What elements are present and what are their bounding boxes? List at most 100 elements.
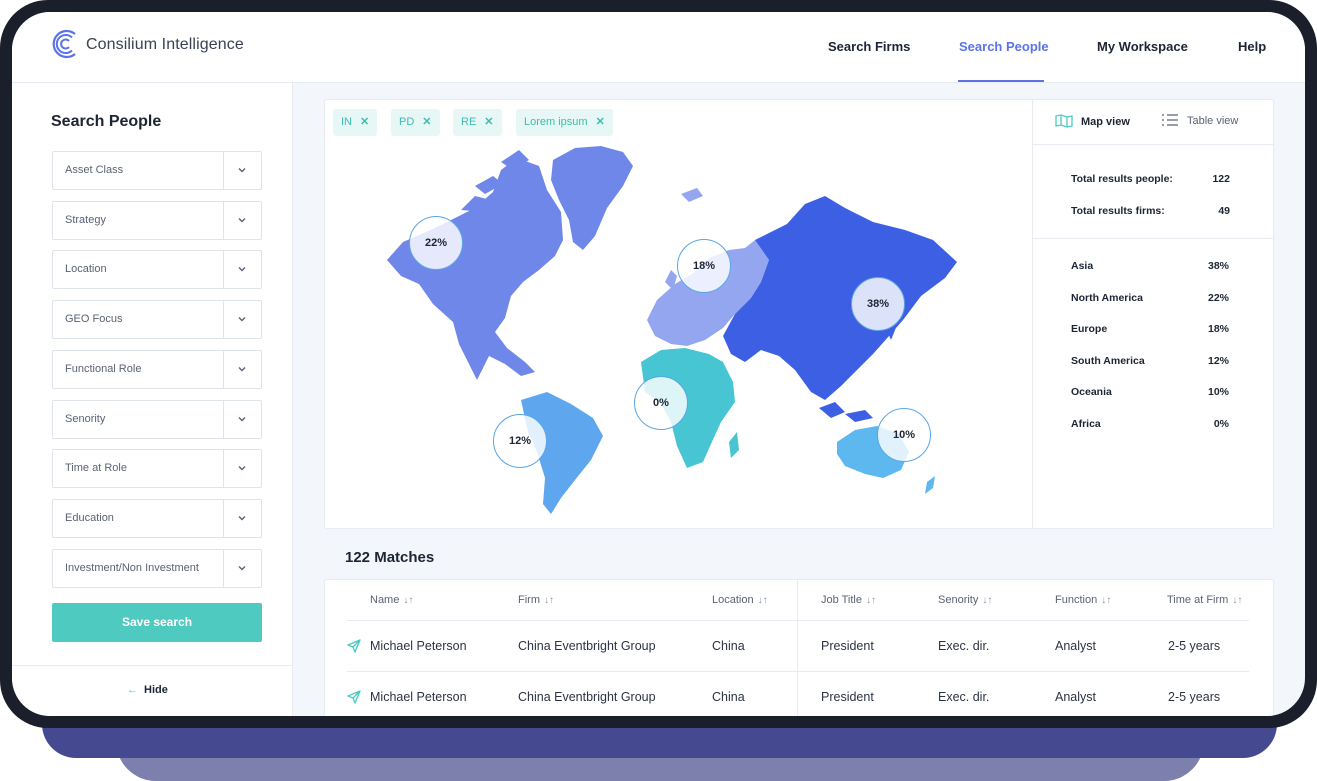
chip-label: RE <box>461 116 477 128</box>
filter-chip-in[interactable]: IN ✕ <box>333 109 378 136</box>
cell-senority: Exec. dir. <box>938 639 990 653</box>
save-search-button[interactable]: Save search <box>52 603 262 642</box>
filter-chip-pd[interactable]: PD ✕ <box>391 109 440 136</box>
divider <box>1033 238 1274 239</box>
map-card: IN ✕ PD ✕ RE ✕ Lorem ipsum ✕ 22% 18% 38% 0% … <box>324 99 1274 529</box>
bubble-oceania[interactable]: 10% <box>877 408 931 462</box>
filter-chip-re[interactable]: RE ✕ <box>453 109 502 136</box>
column-header-job-title[interactable]: Job Title ↓↑ <box>821 594 876 606</box>
sort-icon: ↓↑ <box>757 595 768 606</box>
total-firms-value: 49 <box>1218 205 1230 217</box>
device-frame: Consilium Intelligence Search Firms Sear… <box>0 0 1317 728</box>
sort-icon: ↓↑ <box>865 595 876 606</box>
cell-firm: China Eventbright Group <box>518 690 656 704</box>
column-header-time-at-firm[interactable]: Time at Firm ↓↑ <box>1167 594 1242 606</box>
app-screen: Consilium Intelligence Search Firms Sear… <box>12 12 1305 716</box>
filter-label: GEO Focus <box>65 313 123 325</box>
bubble-asia[interactable]: 38% <box>851 277 905 331</box>
close-icon[interactable]: ✕ <box>360 116 369 128</box>
sort-icon: ↓↑ <box>403 595 414 606</box>
column-label: Senority <box>938 594 979 606</box>
divider <box>347 620 1249 621</box>
filter-time-at-role[interactable]: Time at Role <box>52 449 262 488</box>
filter-education[interactable]: Education <box>52 499 262 538</box>
bubble-africa[interactable]: 0% <box>634 376 688 430</box>
filter-strategy[interactable]: Strategy <box>52 201 262 240</box>
send-icon[interactable] <box>347 690 361 704</box>
filter-location[interactable]: Location <box>52 250 262 289</box>
cell-name[interactable]: Michael Peterson <box>370 639 467 653</box>
cell-name[interactable]: Michael Peterson <box>370 690 467 704</box>
chip-label: IN <box>341 116 352 128</box>
region-stat-asia: Asia 38% <box>1071 260 1229 272</box>
chevron-down-icon <box>238 466 246 471</box>
chevron-down-icon <box>238 516 246 521</box>
close-icon[interactable]: ✕ <box>596 116 605 128</box>
list-icon <box>1162 114 1178 126</box>
chevron-down-icon <box>238 218 246 223</box>
matches-count: 122 Matches <box>345 549 435 566</box>
bubble-south-america[interactable]: 12% <box>493 414 547 468</box>
region-stat-oceania: Oceania 10% <box>1071 386 1229 398</box>
sort-icon: ↓↑ <box>544 595 554 606</box>
cell-location: China <box>712 690 745 704</box>
chevron-down-icon <box>238 417 246 422</box>
close-icon[interactable]: ✕ <box>422 116 431 128</box>
region-asia <box>723 196 957 400</box>
hide-sidebar-button[interactable]: ← Hide <box>127 684 168 696</box>
column-header-location[interactable]: Location ↓↑ <box>712 594 768 606</box>
divider <box>223 401 224 438</box>
bubble-europe[interactable]: 18% <box>677 239 731 293</box>
filter-asset-class[interactable]: Asset Class <box>52 151 262 190</box>
map-view-label: Map view <box>1081 116 1130 128</box>
nav-search-firms[interactable]: Search Firms <box>828 39 910 54</box>
column-header-senority[interactable]: Senority ↓↑ <box>938 594 992 606</box>
send-icon[interactable] <box>347 639 361 653</box>
chevron-down-icon <box>238 168 246 173</box>
divider <box>223 351 224 388</box>
region-name: South America <box>1071 355 1145 367</box>
region-name: Europe <box>1071 323 1108 335</box>
bubble-north-america[interactable]: 22% <box>409 216 463 270</box>
filter-label: Location <box>65 263 107 275</box>
cell-job-title: President <box>821 639 874 653</box>
sidebar-title: Search People <box>51 113 162 130</box>
region-pct: 18% <box>1207 323 1229 335</box>
world-map[interactable] <box>325 100 1032 528</box>
filter-chip-lorem[interactable]: Lorem ipsum ✕ <box>516 109 613 136</box>
nav-my-workspace[interactable]: My Workspace <box>1097 39 1188 54</box>
filter-senority[interactable]: Senority <box>52 400 262 439</box>
divider <box>223 550 224 587</box>
column-header-name[interactable]: Name ↓↑ <box>370 594 413 606</box>
region-pct: 12% <box>1207 355 1229 367</box>
filter-investment[interactable]: Investment/Non Investment <box>52 549 262 588</box>
region-pct: 10% <box>1207 386 1229 398</box>
column-header-function[interactable]: Function ↓↑ <box>1055 594 1111 606</box>
column-divider <box>797 580 798 716</box>
region-pct: 22% <box>1207 292 1229 304</box>
chevron-down-icon <box>238 267 246 272</box>
nav-search-people[interactable]: Search People <box>959 39 1049 54</box>
divider <box>223 202 224 239</box>
cell-location: China <box>712 639 745 653</box>
column-label: Name <box>370 594 400 606</box>
nav-help[interactable]: Help <box>1238 39 1266 54</box>
filter-label: Strategy <box>65 214 106 226</box>
region-name: North America <box>1071 292 1143 304</box>
filter-functional-role[interactable]: Functional Role <box>52 350 262 389</box>
filter-label: Senority <box>65 413 106 425</box>
chevron-down-icon <box>238 367 246 372</box>
top-header: Consilium Intelligence Search Firms Sear… <box>12 12 1305 83</box>
filter-geo-focus[interactable]: GEO Focus <box>52 300 262 339</box>
region-north-america <box>387 158 563 380</box>
column-header-firm[interactable]: Firm ↓↑ <box>518 594 554 606</box>
brand-name[interactable]: Consilium Intelligence <box>86 36 244 54</box>
column-label: Function <box>1055 594 1098 606</box>
filter-label: Time at Role <box>65 462 127 474</box>
close-icon[interactable]: ✕ <box>484 116 493 128</box>
table-view-tab[interactable]: Table view <box>1161 114 1238 127</box>
total-people-label: Total results people: <box>1071 173 1173 185</box>
map-view-tab[interactable]: Map view <box>1055 114 1130 128</box>
cell-senority: Exec. dir. <box>938 690 990 704</box>
divider <box>223 500 224 537</box>
